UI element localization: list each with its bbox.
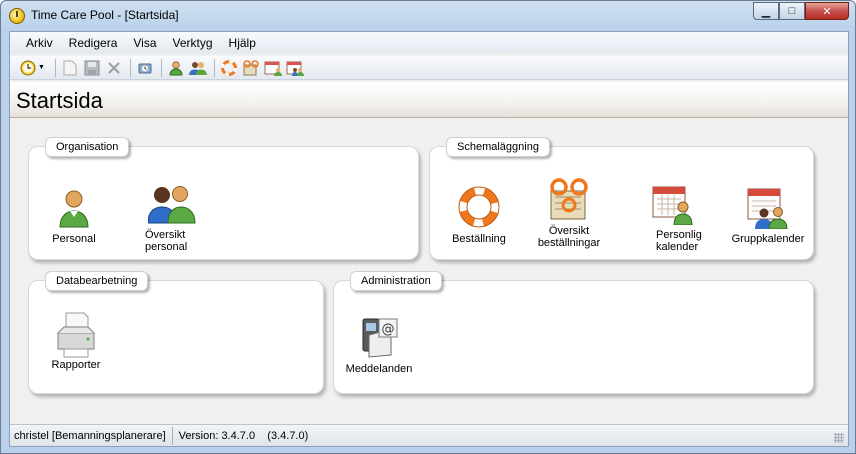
persons-icon[interactable] [188, 58, 208, 78]
item-label: Gruppkalender [731, 233, 805, 245]
item-personlig-kalender[interactable]: Personlig kalender [626, 181, 716, 253]
menu-verktyg[interactable]: Verktyg [165, 36, 221, 50]
item-label: Personlig kalender [656, 229, 702, 253]
svg-text:@: @ [382, 322, 395, 337]
person-icon[interactable] [166, 58, 186, 78]
item-oversikt-bestallningar[interactable]: Översikt beställningar [524, 177, 614, 249]
panel-schemalaggning: Schemaläggning Beställning Översikt best… [429, 137, 814, 260]
item-gruppkalender[interactable]: Gruppkalender [722, 185, 814, 245]
resize-grip-icon[interactable] [834, 433, 844, 443]
clock-dropdown-icon[interactable]: ▼ [38, 64, 45, 71]
panel-title-schemalaggning: Schemaläggning [446, 137, 550, 157]
menu-visa[interactable]: Visa [125, 36, 164, 50]
window-title: Time Care Pool - [Startsida] [31, 8, 179, 22]
item-label: Beställning [452, 233, 506, 245]
personal-calendar-icon[interactable] [263, 58, 283, 78]
printer-icon [54, 311, 98, 358]
menu-arkiv[interactable]: Arkiv [18, 36, 61, 50]
toolbar: ▼ [10, 56, 848, 80]
client-area: Arkiv Redigera Visa Verktyg Hjälp ▼ Star… [9, 31, 849, 447]
lifebuoy-icon [457, 185, 501, 229]
toolbar-separator [160, 58, 162, 77]
minimize-button[interactable]: ▁ [753, 2, 779, 20]
personal-calendar-icon [649, 181, 693, 226]
save-icon[interactable] [82, 58, 102, 78]
menu-redigera[interactable]: Redigera [61, 36, 126, 50]
start-page-content: Organisation Personal Översikt personal … [10, 120, 848, 422]
app-window: Time Care Pool - [Startsida] ▁ □ ✕ Arkiv… [0, 0, 856, 454]
item-label: Meddelanden [345, 363, 413, 375]
item-meddelanden[interactable]: @ Meddelanden [334, 315, 424, 375]
clock-app-icon[interactable] [9, 8, 25, 24]
window-controls: ▁ □ ✕ [753, 2, 849, 20]
status-version: Version: 3.4.7.0 (3.4.7.0) [178, 429, 309, 442]
item-bestallning[interactable]: Beställning [434, 185, 524, 245]
booking-overview-icon[interactable] [241, 58, 261, 78]
panel-title-organisation: Organisation [45, 137, 130, 157]
menu-hjalp[interactable]: Hjälp [221, 36, 264, 50]
page-header: Startsida [10, 82, 848, 118]
menu-bar: Arkiv Redigera Visa Verktyg Hjälp [10, 32, 848, 54]
maximize-button[interactable]: □ [779, 2, 805, 20]
item-label: Rapporter [51, 359, 101, 371]
panel-organisation: Organisation Personal Översikt personal [28, 137, 419, 260]
page-title: Startsida [16, 88, 103, 113]
refresh-icon[interactable] [135, 58, 155, 78]
status-user: christel [Bemanningsplanerare] [10, 426, 173, 445]
panel-databearbetning: Databearbetning Rapporter [28, 271, 324, 394]
item-personal[interactable]: Personal [29, 185, 119, 245]
item-label: Översikt personal [145, 229, 188, 253]
panel-title-administration: Administration [350, 271, 442, 291]
persons-overview-icon [147, 181, 196, 225]
close-button[interactable]: ✕ [805, 2, 849, 20]
group-calendar-icon [746, 185, 790, 230]
delete-icon[interactable] [104, 58, 124, 78]
item-oversikt-personal[interactable]: Översikt personal [125, 181, 215, 253]
booking-overview-icon [545, 177, 593, 221]
new-document-icon[interactable] [60, 58, 80, 78]
toolbar-separator [129, 58, 131, 77]
item-label: Översikt beställningar [537, 225, 601, 249]
lifebuoy-icon[interactable] [219, 58, 239, 78]
status-bar: christel [Bemanningsplanerare] Version: … [10, 424, 848, 446]
messages-icon: @ [357, 315, 401, 359]
panel-administration: Administration @ Meddelanden [333, 271, 814, 394]
toolbar-separator [54, 58, 56, 77]
clock-icon[interactable] [18, 58, 38, 78]
panel-title-databearbetning: Databearbetning [45, 271, 149, 291]
person-icon [52, 185, 96, 229]
group-calendar-icon[interactable] [285, 58, 305, 78]
item-rapporter[interactable]: Rapporter [31, 311, 121, 371]
title-bar[interactable]: Time Care Pool - [Startsida] ▁ □ ✕ [1, 1, 855, 29]
item-label: Personal [52, 233, 96, 245]
toolbar-separator [213, 58, 215, 77]
